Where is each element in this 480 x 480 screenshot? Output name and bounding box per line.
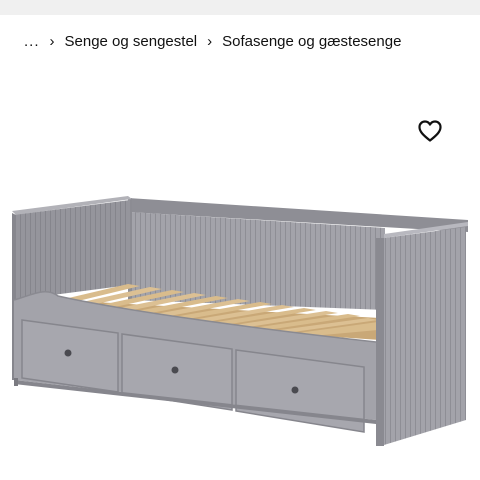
breadcrumb-ellipsis[interactable]: ... bbox=[24, 33, 40, 50]
breadcrumb-separator-icon: › bbox=[207, 32, 213, 50]
daybed-illustration bbox=[12, 196, 468, 446]
product-image[interactable] bbox=[0, 160, 480, 460]
top-bar bbox=[0, 0, 480, 15]
favorite-button[interactable] bbox=[416, 117, 444, 145]
breadcrumb-item-beds[interactable]: Senge og sengestel bbox=[65, 33, 198, 50]
heart-outline-icon bbox=[418, 120, 442, 142]
breadcrumb-separator-icon: › bbox=[49, 32, 55, 50]
breadcrumb-item-sofa-beds[interactable]: Sofasenge og gæstesenge bbox=[222, 33, 401, 50]
breadcrumb: ... › Senge og sengestel › Sofasenge og … bbox=[24, 30, 401, 52]
